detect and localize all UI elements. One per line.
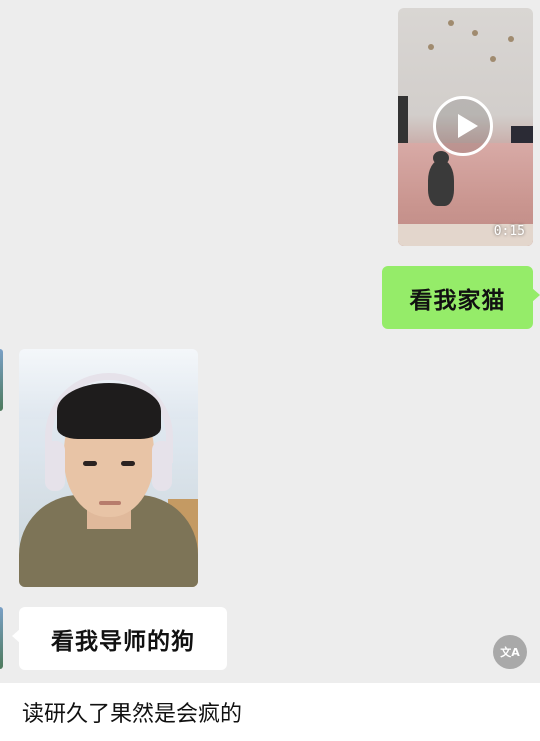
caption-label: 读研久了果然是会疯的 xyxy=(22,702,243,727)
translate-icon[interactable]: 文A xyxy=(493,635,527,669)
wall-decoration xyxy=(508,36,514,42)
hair xyxy=(57,383,161,439)
contact-avatar[interactable] xyxy=(0,349,3,411)
wall-decoration xyxy=(490,56,496,62)
video-message[interactable]: 0:15 xyxy=(398,8,533,246)
outgoing-text-bubble[interactable]: 看我家猫 xyxy=(382,266,540,329)
translate-glyph: 文A xyxy=(500,645,520,659)
message-text: 看我导师的狗 xyxy=(51,628,195,655)
cat-figure xyxy=(428,151,454,206)
headphone-right xyxy=(152,441,172,491)
wall-decoration xyxy=(472,30,478,36)
incoming-text-bubble[interactable]: 看我导师的狗 xyxy=(12,607,227,670)
eye-left xyxy=(83,461,97,466)
video-duration: 0:15 xyxy=(493,224,525,239)
caption-text: 读研久了果然是会疯的 xyxy=(0,683,540,741)
wall-decoration xyxy=(428,44,434,50)
headphone-left xyxy=(45,441,65,491)
image-message[interactable] xyxy=(19,349,198,587)
eye-right xyxy=(121,461,135,466)
message-text: 看我家猫 xyxy=(409,287,506,314)
chat-area: 0:15 看我家猫 看我导师的狗 文A xyxy=(0,0,540,683)
contact-avatar[interactable] xyxy=(0,607,3,669)
mouth xyxy=(99,501,121,505)
play-icon[interactable] xyxy=(433,96,493,156)
wall-decoration xyxy=(448,20,454,26)
